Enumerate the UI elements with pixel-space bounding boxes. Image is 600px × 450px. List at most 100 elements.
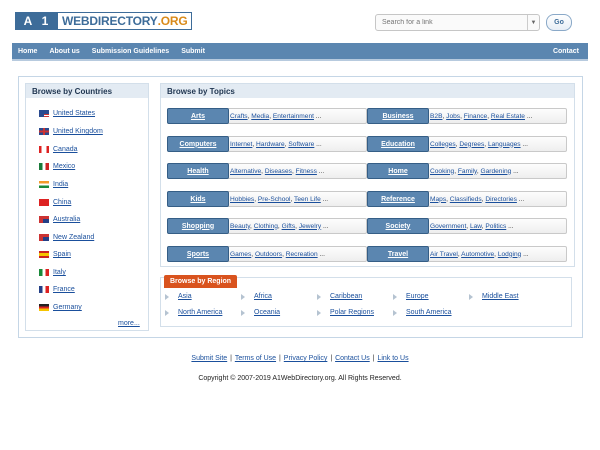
topic-button-travel[interactable]: Travel	[367, 246, 429, 262]
country-label[interactable]: Spain	[53, 251, 71, 258]
subcategory-link[interactable]: Clothing	[254, 223, 278, 230]
topic-button-shopping[interactable]: Shopping	[167, 218, 229, 234]
nav-about-us[interactable]: About us	[43, 48, 85, 55]
subcategory-link[interactable]: Automotive	[461, 251, 494, 258]
region-label[interactable]: Middle East	[482, 293, 519, 300]
subcategory-link[interactable]: Colleges	[430, 141, 456, 148]
subcategory-link[interactable]: Cooking	[430, 168, 454, 175]
subcategory-link[interactable]: Classifieds	[450, 196, 482, 203]
region-item-north-america[interactable]: North America	[165, 309, 222, 316]
region-item-oceania[interactable]: Oceania	[241, 309, 280, 316]
subcategory-link[interactable]: Fitness	[296, 168, 317, 175]
country-label[interactable]: India	[53, 181, 68, 188]
country-label[interactable]: New Zealand	[53, 234, 94, 241]
subcategory-link[interactable]: Beauty	[230, 223, 250, 230]
subcategory-link[interactable]: Finance	[464, 113, 487, 120]
region-item-africa[interactable]: Africa	[241, 293, 272, 300]
region-label[interactable]: Caribbean	[330, 293, 362, 300]
footer-privacy-policy[interactable]: Privacy Policy	[284, 355, 328, 362]
topic-button-home[interactable]: Home	[367, 163, 429, 179]
region-item-europe[interactable]: Europe	[393, 293, 429, 300]
nav-home[interactable]: Home	[12, 48, 43, 55]
topic-button-society[interactable]: Society	[367, 218, 429, 234]
subcategory-link[interactable]: Air Travel	[430, 251, 458, 258]
region-label[interactable]: Asia	[178, 293, 192, 300]
region-label[interactable]: North America	[178, 309, 222, 316]
country-item-mexico[interactable]: Mexico	[39, 163, 75, 170]
subcategory-link[interactable]: Lodging	[498, 251, 521, 258]
subcategory-link[interactable]: Recreation	[286, 251, 318, 258]
subcategory-link[interactable]: Degrees	[459, 141, 484, 148]
subcategory-link[interactable]: Entertainment	[273, 113, 314, 120]
country-item-italy[interactable]: Italy	[39, 269, 66, 276]
country-label[interactable]: Canada	[53, 146, 78, 153]
footer-link-to-us[interactable]: Link to Us	[377, 355, 408, 362]
subcategory-link[interactable]: Outdoors	[255, 251, 282, 258]
subcategory-link[interactable]: Real Estate	[491, 113, 525, 120]
region-item-polar-regions[interactable]: Polar Regions	[317, 309, 374, 316]
subcategory-link[interactable]: Jobs	[446, 113, 460, 120]
go-button[interactable]: Go	[546, 14, 572, 31]
country-item-united-states[interactable]: United States	[39, 110, 95, 117]
subcategory-link[interactable]: Government	[430, 223, 466, 230]
subcategory-link[interactable]: Media	[251, 113, 269, 120]
search-input[interactable]	[376, 15, 524, 30]
region-item-middle-east[interactable]: Middle East	[469, 293, 519, 300]
subcategory-link[interactable]: Politics	[485, 223, 506, 230]
nav-submission-guidelines[interactable]: Submission Guidelines	[86, 48, 175, 55]
country-item-united-kingdom[interactable]: United Kingdom	[39, 128, 103, 135]
subcategory-link[interactable]: Family	[458, 168, 477, 175]
subcategory-link[interactable]: Teen Life	[294, 196, 321, 203]
subcategory-link[interactable]: Gifts	[282, 223, 296, 230]
topic-button-sports[interactable]: Sports	[167, 246, 229, 262]
footer-terms-of-use[interactable]: Terms of Use	[235, 355, 276, 362]
region-item-asia[interactable]: Asia	[165, 293, 192, 300]
subcategory-link[interactable]: Maps	[430, 196, 446, 203]
subcategory-link[interactable]: Languages	[488, 141, 521, 148]
site-logo[interactable]: A 1 WEBDIRECTORY .ORG	[15, 12, 193, 30]
country-label[interactable]: France	[53, 286, 75, 293]
topic-button-arts[interactable]: Arts	[167, 108, 229, 124]
subcategory-link[interactable]: Software	[288, 141, 314, 148]
subcategory-link[interactable]: Crafts	[230, 113, 248, 120]
country-item-germany[interactable]: Germany	[39, 304, 82, 311]
topic-button-health[interactable]: Health	[167, 163, 229, 179]
country-label[interactable]: Mexico	[53, 163, 75, 170]
footer-contact-us[interactable]: Contact Us	[335, 355, 370, 362]
country-item-new-zealand[interactable]: New Zealand	[39, 234, 94, 241]
country-item-india[interactable]: India	[39, 181, 68, 188]
topic-button-computers[interactable]: Computers	[167, 136, 229, 152]
country-label[interactable]: Australia	[53, 216, 80, 223]
more-countries-link[interactable]: more...	[118, 320, 140, 327]
chevron-down-icon[interactable]: ▼	[527, 15, 539, 30]
subcategory-link[interactable]: Law	[470, 223, 482, 230]
country-label[interactable]: Italy	[53, 269, 66, 276]
topic-button-kids[interactable]: Kids	[167, 191, 229, 207]
region-label[interactable]: Africa	[254, 293, 272, 300]
subcategory-link[interactable]: Pre-School	[258, 196, 291, 203]
region-label[interactable]: Polar Regions	[330, 309, 374, 316]
nav-contact[interactable]: Contact	[547, 48, 585, 55]
subcategory-link[interactable]: Gardening	[480, 168, 511, 175]
topic-button-business[interactable]: Business	[367, 108, 429, 124]
region-label[interactable]: Europe	[406, 293, 429, 300]
region-label[interactable]: Oceania	[254, 309, 280, 316]
country-item-china[interactable]: China	[39, 199, 71, 206]
subcategory-link[interactable]: Jewelry	[299, 223, 321, 230]
country-item-france[interactable]: France	[39, 286, 75, 293]
country-item-australia[interactable]: Australia	[39, 216, 80, 223]
footer-submit-site[interactable]: Submit Site	[191, 355, 227, 362]
subcategory-link[interactable]: Diseases	[265, 168, 292, 175]
subcategory-link[interactable]: Games	[230, 251, 251, 258]
nav-submit[interactable]: Submit	[175, 48, 211, 55]
country-label[interactable]: China	[53, 199, 71, 206]
topic-button-reference[interactable]: Reference	[367, 191, 429, 207]
country-item-spain[interactable]: Spain	[39, 251, 71, 258]
region-label[interactable]: South America	[406, 309, 452, 316]
subcategory-link[interactable]: B2B	[430, 113, 442, 120]
subcategory-link[interactable]: Alternative	[230, 168, 261, 175]
country-item-canada[interactable]: Canada	[39, 146, 78, 153]
region-item-caribbean[interactable]: Caribbean	[317, 293, 362, 300]
subcategory-link[interactable]: Directories	[485, 196, 517, 203]
topic-button-education[interactable]: Education	[367, 136, 429, 152]
